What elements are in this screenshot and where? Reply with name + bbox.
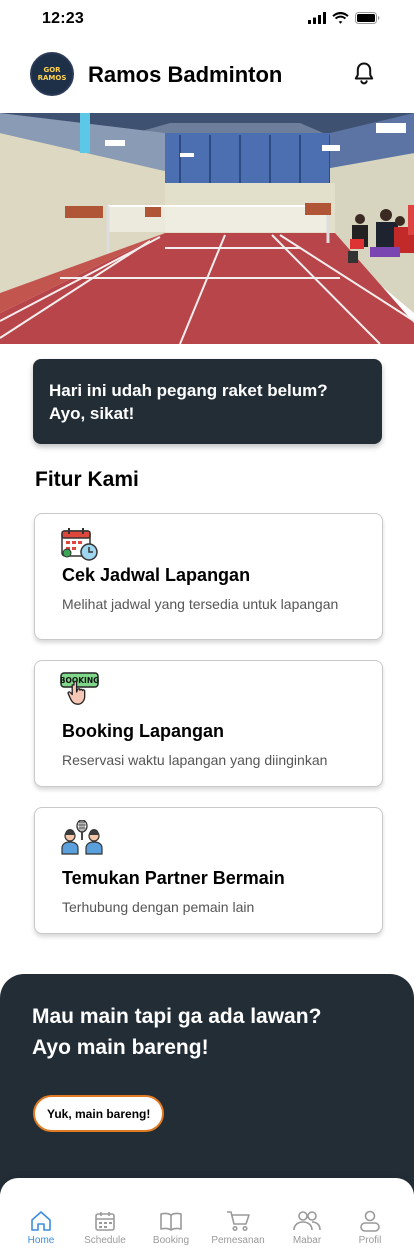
players-racket-icon xyxy=(61,820,103,855)
feature-card-cek-jadwal[interactable]: Cek Jadwal Lapangan Melihat jadwal yang … xyxy=(34,513,383,640)
mabar-promo-text: Mau main tapi ga ada lawan? Ayo main bar… xyxy=(32,1001,321,1063)
nav-item-home[interactable]: Home xyxy=(11,1210,71,1246)
main-bareng-button[interactable]: Yuk, main bareng! xyxy=(33,1095,165,1132)
app-title: Ramos Badminton xyxy=(88,62,283,87)
calendar-icon xyxy=(95,1212,115,1231)
person-icon xyxy=(360,1210,380,1232)
greeting-line-1: Hari ini udah pegang raket belum? xyxy=(49,381,328,400)
badminton-court-illustration xyxy=(0,113,414,344)
cart-icon xyxy=(227,1211,250,1232)
nav-item-schedule[interactable]: Schedule xyxy=(75,1210,135,1246)
feature-description: Reservasi waktu lapangan yang diinginkan xyxy=(62,752,328,768)
mabar-promo-panel: Mau main tapi ga ada lawan? Ayo main bar… xyxy=(0,974,414,1194)
app-header: GOR RAMOS Ramos Badminton xyxy=(0,48,414,104)
nav-item-pemesanan[interactable]: Pemesanan xyxy=(208,1210,268,1246)
bottom-navigation: Home Schedule Booking Pemesanan Mabar Pr… xyxy=(0,1178,414,1259)
feature-description: Melihat jadwal yang tersedia untuk lapan… xyxy=(62,596,339,612)
mabar-line-2: Ayo main bareng! xyxy=(32,1036,209,1059)
mabar-line-1: Mau main tapi ga ada lawan? xyxy=(32,1005,322,1028)
booking-hand-icon: BOOKING xyxy=(60,672,99,705)
nav-label: Pemesanan xyxy=(211,1235,265,1246)
app-logo: GOR RAMOS xyxy=(30,52,74,96)
status-bar: 12:23 xyxy=(0,0,414,40)
nav-label: Profil xyxy=(358,1235,382,1246)
greeting-line-2: Ayo, sikat! xyxy=(49,404,135,423)
bell-icon[interactable] xyxy=(352,60,376,86)
logo-text: GOR RAMOS xyxy=(37,66,67,82)
battery-icon xyxy=(355,12,380,24)
wifi-icon xyxy=(332,12,349,24)
features-section-title: Fitur Kami xyxy=(35,468,139,491)
booking-icon-text: BOOKING xyxy=(60,676,99,685)
feature-card-partner[interactable]: Temukan Partner Bermain Terhubung dengan… xyxy=(34,807,383,934)
feature-title: Booking Lapangan xyxy=(62,721,224,741)
home-icon xyxy=(31,1211,51,1231)
cellular-signal-icon xyxy=(308,12,326,24)
feature-title: Cek Jadwal Lapangan xyxy=(62,565,251,585)
nav-label: Mabar xyxy=(292,1235,322,1246)
calendar-clock-icon xyxy=(61,528,98,561)
nav-label: Booking xyxy=(152,1235,190,1246)
status-icons xyxy=(308,12,380,24)
feature-card-booking[interactable]: BOOKING Booking Lapangan Reservasi waktu… xyxy=(34,660,383,787)
hero-court-image xyxy=(0,113,414,344)
feature-title: Temukan Partner Bermain xyxy=(62,868,285,888)
status-time: 12:23 xyxy=(42,10,84,27)
nav-item-mabar[interactable]: Mabar xyxy=(277,1210,337,1246)
users-icon xyxy=(293,1211,321,1231)
book-icon xyxy=(160,1212,182,1231)
nav-item-booking[interactable]: Booking xyxy=(141,1210,201,1246)
nav-label: Home xyxy=(27,1235,55,1246)
feature-description: Terhubung dengan pemain lain xyxy=(62,899,255,915)
nav-item-profil[interactable]: Profil xyxy=(340,1210,400,1246)
greeting-banner: Hari ini udah pegang raket belum? Ayo, s… xyxy=(33,359,382,444)
nav-label: Schedule xyxy=(84,1235,126,1246)
